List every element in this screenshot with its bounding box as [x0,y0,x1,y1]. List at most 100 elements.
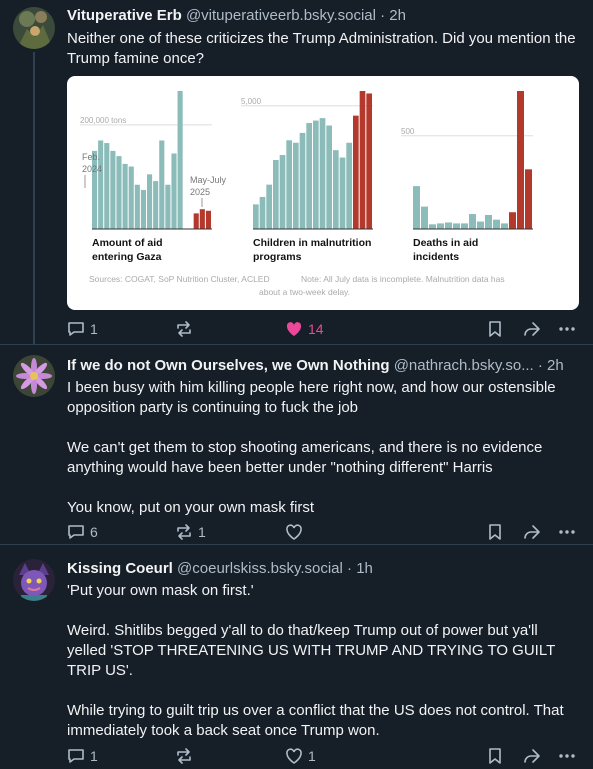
chart-title-line: Deaths in aid [413,237,478,249]
post-header: Vituperative Erb @vituperativeerb.bsky.s… [67,6,583,26]
bookmark-button[interactable] [487,320,503,338]
chart-bar [273,160,279,229]
post-2[interactable]: If we do not Own Ourselves, we Own Nothi… [0,345,593,544]
repost-button[interactable]: 1 [175,523,206,541]
reply-count: 1 [90,321,98,337]
post-text: I been busy with him killing people here… [67,378,577,518]
chart-source: Sources: COGAT, SoP Nutrition Cluster, A… [89,274,270,284]
author-handle[interactable]: @coeurlskiss.bsky.social [177,560,343,577]
repost-icon [175,320,193,338]
chart-bar [279,155,286,229]
bookmark-button[interactable] [487,523,503,541]
share-icon [522,747,542,765]
chart-bar [299,132,306,229]
post-paragraph: Weird. Shitlibs begged y'all to do that/… [67,622,555,679]
chart-bar [469,214,476,229]
chart-bar [429,224,436,229]
chart-svg: 200,000 tons Amount of aid entering Gaza 5,… [80,91,533,297]
repost-button[interactable] [175,747,198,765]
share-button[interactable] [522,747,542,765]
chart-bar [453,223,460,229]
annotation-label: May-July [190,175,227,185]
chart-bar [477,221,484,229]
chart-note: about a two-week delay. [259,287,350,297]
post-1[interactable]: Vituperative Erb @vituperativeerb.bsky.s… [0,0,593,344]
chart-bar [165,184,171,229]
post-header: If we do not Own Ourselves, we Own Nothi… [67,356,583,376]
chart-title-line: Children in malnutrition [253,237,371,249]
avatar[interactable] [13,7,55,49]
share-icon [522,523,542,541]
chart-bar [493,219,500,229]
author-name[interactable]: Kissing Coeurl [67,560,173,577]
chart-bar [205,210,211,229]
chart-bar [104,143,110,229]
like-count: 1 [308,748,316,764]
chart-bar [413,186,420,229]
chart-bar [253,204,259,229]
chart-bar [421,206,428,229]
reply-button[interactable]: 1 [67,320,98,338]
bookmark-icon [487,320,503,338]
chart-bar [366,93,372,229]
reply-button[interactable]: 1 [67,747,98,765]
chart-bar [286,140,292,229]
y-tick-label: 5,000 [241,97,262,106]
chart-bar [266,184,272,229]
chart-bar [445,222,452,229]
post-time[interactable]: · 2h [538,357,564,374]
heart-icon [285,523,303,541]
chart-title-line: programs [253,251,302,263]
reply-button[interactable]: 6 [67,523,98,541]
avatar[interactable] [13,559,55,601]
post-time[interactable]: · 2h [380,7,406,24]
reply-count: 6 [90,524,98,540]
chart-bar [177,91,183,229]
bookmark-icon [487,747,503,765]
chart-title-line: Amount of aid [92,237,163,249]
chart-bar [353,115,359,229]
post-3[interactable]: Kissing Coeurl @coeurlskiss.bsky.social … [0,545,593,769]
chart-bar [461,223,468,229]
chart-bar [517,91,524,229]
annotation-label: 2024 [82,164,102,174]
post-paragraph: Neither one of these criticizes the Trum… [67,30,576,67]
chart-bar [92,150,98,229]
annotation-label: 2025 [190,187,210,197]
more-icon [557,747,577,765]
chart-title-line: incidents [413,251,459,263]
author-name[interactable]: If we do not Own Ourselves, we Own Nothi… [67,357,390,374]
chart-bar [110,150,116,229]
chart-bar [259,196,266,229]
reply-icon [67,523,85,541]
chart-bar [147,174,153,229]
repost-button[interactable] [175,320,198,338]
author-handle[interactable]: @nathrach.bsky.so... [394,357,534,374]
more-options-button[interactable] [557,747,577,765]
chart-bar [359,91,366,229]
more-options-button[interactable] [557,523,577,541]
more-options-button[interactable] [557,320,577,338]
post-actions: 6 1 [67,523,577,545]
embedded-chart-image[interactable]: 200,000 tons Amount of aid entering Gaza 5,… [67,76,579,310]
bookmark-icon [487,523,503,541]
chart-bar [525,169,532,229]
repost-icon [175,523,193,541]
post-time[interactable]: · 1h [347,560,373,577]
author-handle[interactable]: @vituperativeerb.bsky.social [186,7,376,24]
like-button[interactable] [285,523,308,541]
chart-bar [501,223,508,229]
chart-bar [193,213,199,229]
like-button[interactable]: 14 [285,320,324,338]
like-button[interactable]: 1 [285,747,316,765]
share-icon [522,320,542,338]
bookmark-button[interactable] [487,747,503,765]
author-name[interactable]: Vituperative Erb [67,7,182,24]
chart-bar [437,223,444,229]
share-button[interactable] [522,320,542,338]
avatar[interactable] [13,355,55,397]
share-button[interactable] [522,523,542,541]
chart-bar [293,142,299,229]
heart-icon [285,747,303,765]
chart-bar [326,125,332,229]
